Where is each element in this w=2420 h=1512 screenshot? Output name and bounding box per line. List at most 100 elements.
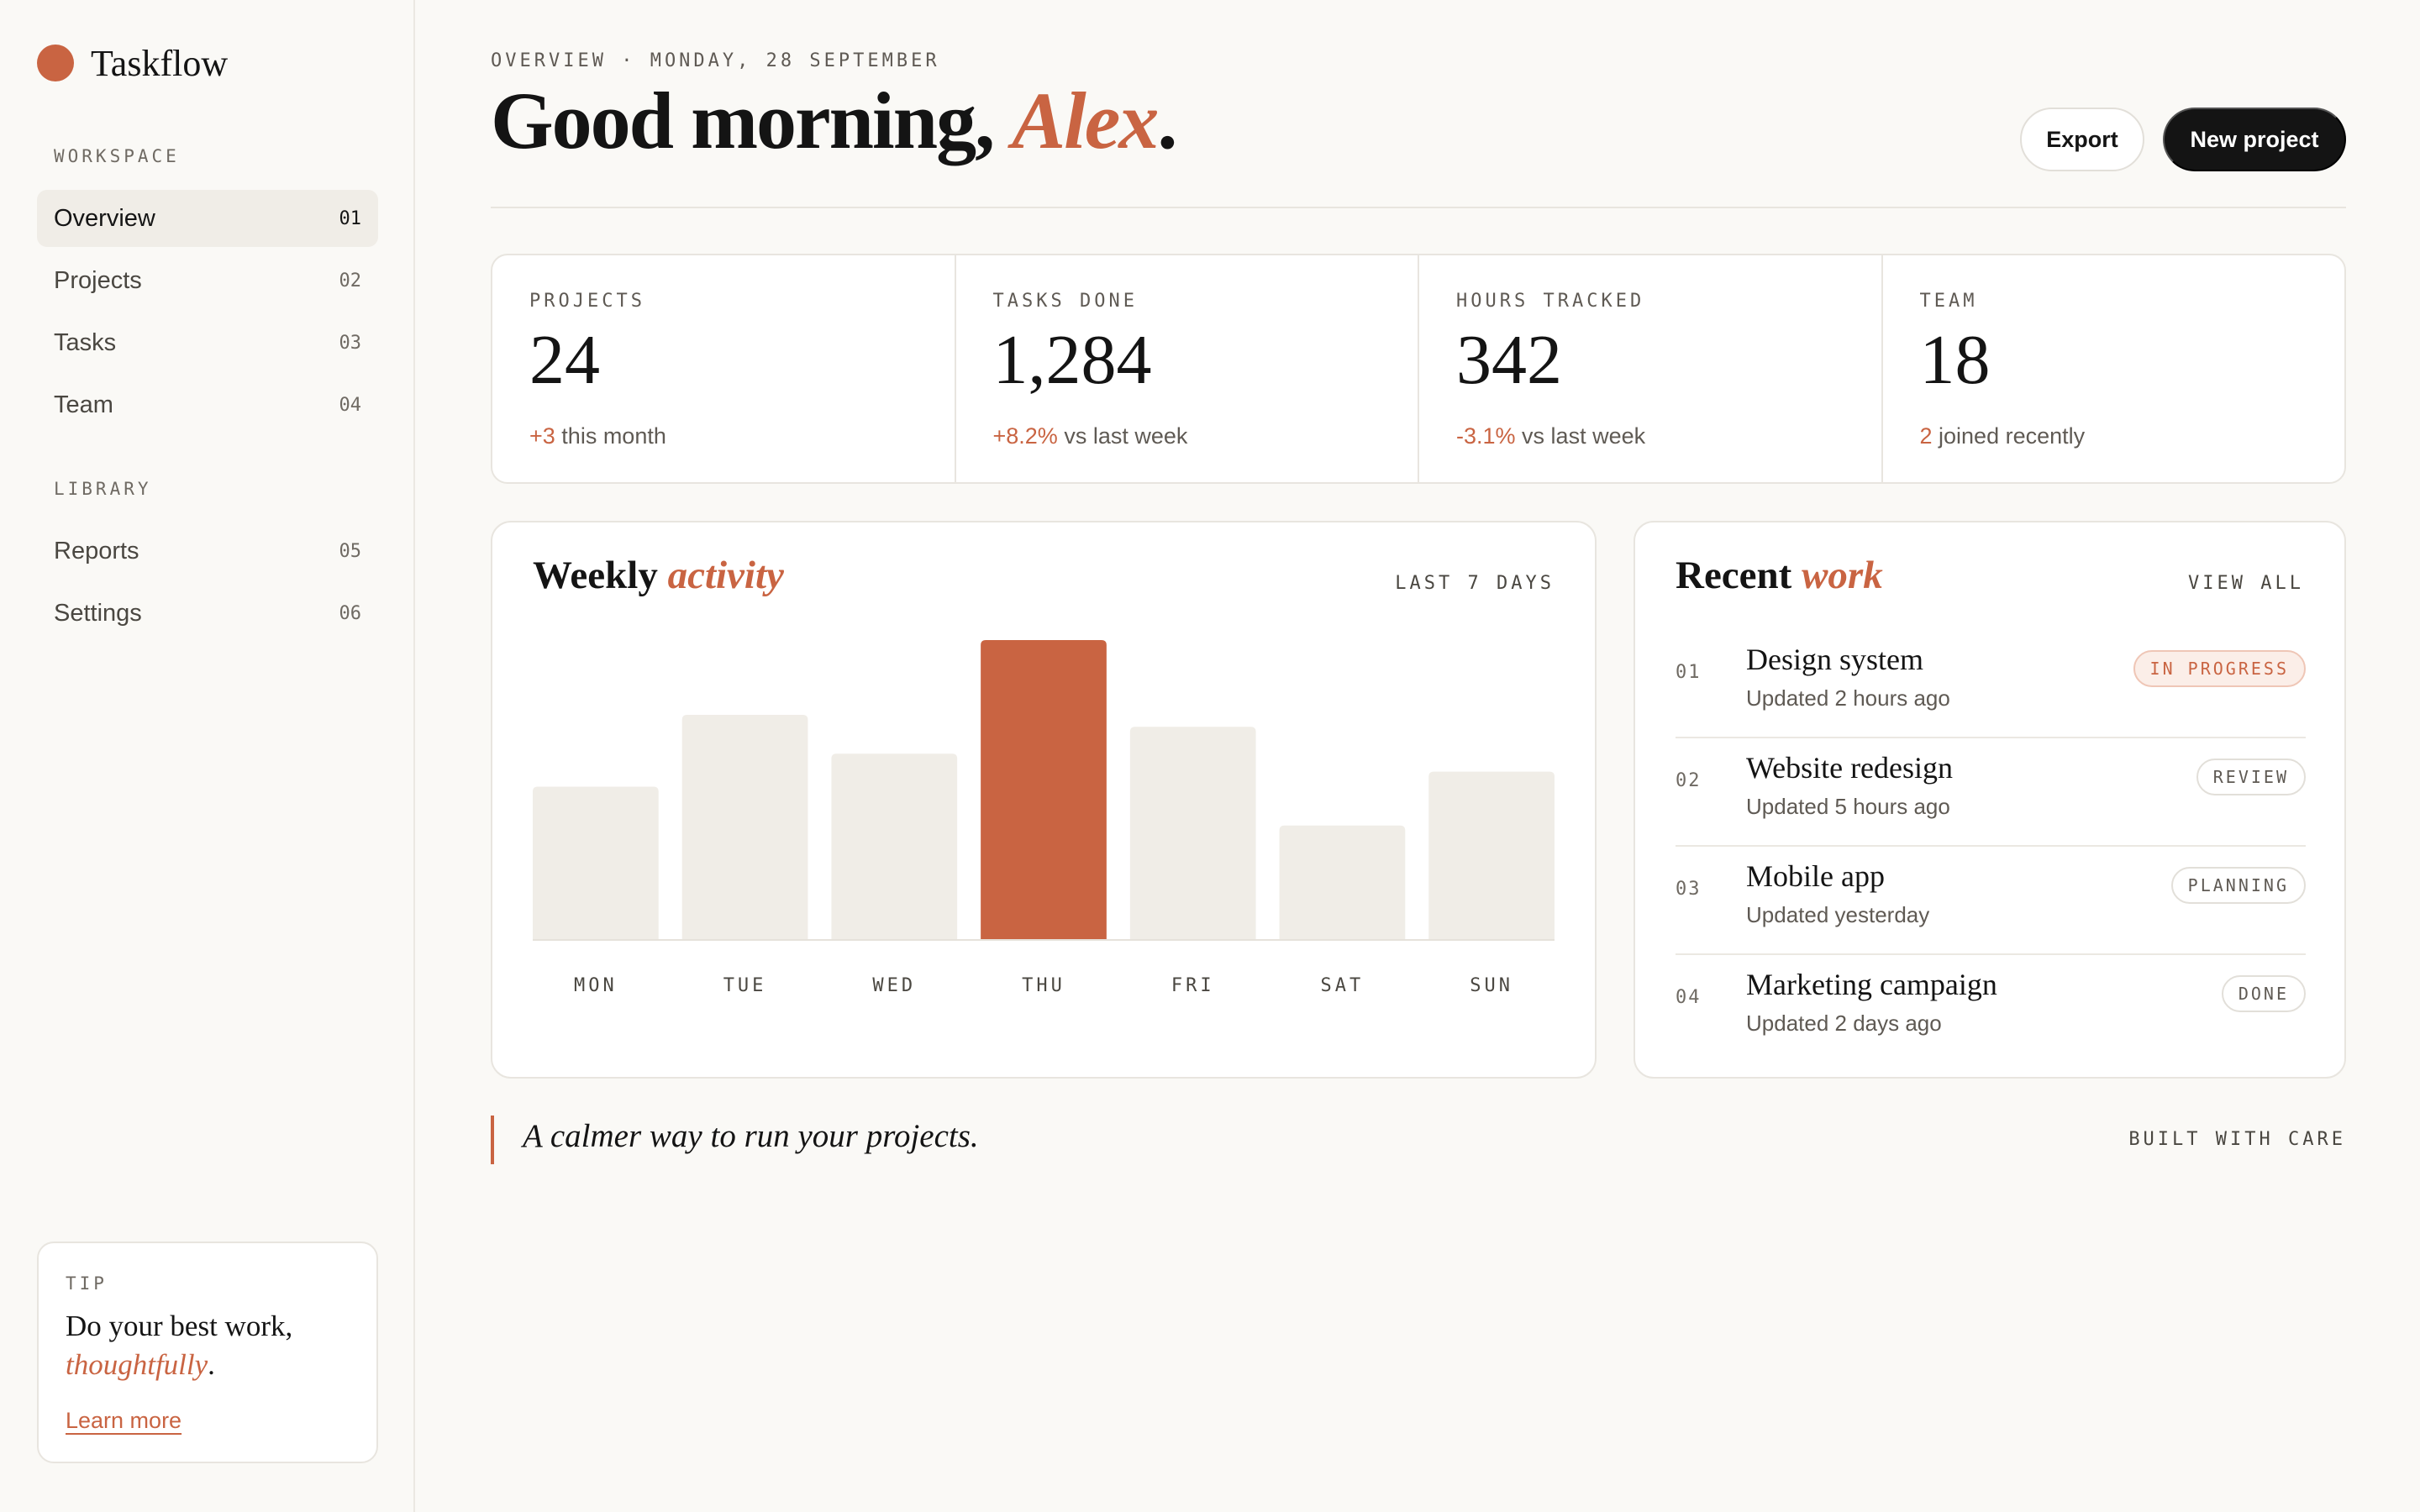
tip-text-punct: . [208,1348,215,1381]
item-updated: Updated 5 hours ago [1746,794,1950,819]
activity-title-text: Weekly [533,554,668,597]
chart-bar-fri[interactable] [1129,727,1256,939]
weekly-activity-card: Weekly activity LAST 7 DAYS MON TUE WED THU… [491,521,1597,1079]
activity-range-label: LAST 7 DAYS [1395,573,1555,594]
sidebar-item-number: 03 [339,332,362,354]
stat-team: TEAM 18 2 joined recently [1883,255,2345,482]
tip-text-accent: thoughtfully [66,1348,208,1381]
status-badge: PLANNING [2170,867,2306,904]
quote-accent-bar [491,1116,494,1164]
brand-logo-icon [37,45,74,81]
sidebar-item-reports[interactable]: Reports 05 [37,522,378,580]
stat-value: 24 [529,321,600,399]
footer-meta: BUILT WITH CARE [2128,1129,2346,1150]
sidebar-item-label: Team [54,391,113,418]
chart-bar-thu[interactable] [981,640,1107,939]
stat-delta-value: +3 [529,423,555,449]
greeting-punct: . [1157,76,1177,165]
export-button[interactable]: Export [2020,108,2144,171]
item-title: Mobile app [1746,859,1885,893]
list-item[interactable]: 01 Design system Updated 2 hours ago IN … [1676,630,2306,738]
header-divider [491,207,2346,208]
learn-more-link[interactable]: Learn more [66,1408,182,1434]
chart-tick-label: WED [872,975,916,996]
new-project-button[interactable]: New project [2163,108,2346,171]
chart-bar-mon[interactable] [533,786,659,939]
stat-label: PROJECTS [529,291,645,312]
chart-bar-sun[interactable] [1428,771,1555,939]
stat-delta-value: -3.1% [1456,423,1516,449]
chart-tick-label: SAT [1321,975,1365,996]
sidebar-item-label: Settings [54,599,142,627]
status-badge: DONE [2221,975,2306,1012]
tip-text: Do your best work, thoughtfully. [66,1307,350,1384]
stat-delta-text: this month [555,423,666,449]
item-number: 03 [1676,879,1702,900]
sidebar-item-settings[interactable]: Settings 06 [37,585,378,642]
stats-panel: PROJECTS 24 +3 this month TASKS DONE 1,2… [491,254,2346,484]
stat-delta-text: vs last week [1057,423,1188,449]
sidebar-item-number: 04 [339,394,362,416]
item-updated: Updated 2 days ago [1746,1011,1942,1036]
workspace-section-label: WORKSPACE [54,146,180,166]
recent-work-list: 01 Design system Updated 2 hours ago IN … [1676,630,2306,1063]
brand[interactable]: Taskflow [37,42,228,84]
item-title: Design system [1746,643,1923,676]
item-number: 02 [1676,770,1702,791]
sidebar-item-team[interactable]: Team 04 [37,376,378,433]
chart-bar-wed[interactable] [831,753,958,939]
chart-tick-label: MON [574,975,618,996]
view-all-link[interactable]: VIEW ALL [2188,573,2304,594]
item-number: 04 [1676,987,1702,1008]
stat-delta: +8.2% vs last week [993,423,1188,449]
list-item[interactable]: 04 Marketing campaign Updated 2 days ago… [1676,955,2306,1063]
library-section-label: LIBRARY [54,479,152,499]
chart-tick-label: TUE [723,975,767,996]
stat-label: HOURS TRACKED [1456,291,1645,312]
tip-text-main: Do your best work, [66,1310,293,1342]
activity-title: Weekly activity [533,553,784,598]
recent-title-accent: work [1802,554,1883,597]
stat-label: TASKS DONE [992,291,1138,312]
item-number: 01 [1676,662,1702,683]
stat-delta: 2 joined recently [1920,423,2086,449]
stat-tasks-done: TASKS DONE 1,284 +8.2% vs last week [956,255,1419,482]
tagline-quote: A calmer way to run your projects. [523,1118,979,1154]
stat-delta: -3.1% vs last week [1456,423,1645,449]
chart-tick-label: SUN [1470,975,1513,996]
recent-work-card: Recent work VIEW ALL 01 Design system Up… [1634,521,2346,1079]
chart-tick-label: FRI [1171,975,1215,996]
page-title: Good morning, Alex. [491,74,1177,167]
sidebar-item-label: Overview [54,204,155,232]
chart-bar-tue[interactable] [681,715,808,939]
sidebar-item-label: Reports [54,537,139,564]
chart-tick-label: THU [1022,975,1065,996]
sidebar-item-number: 05 [339,540,362,562]
status-badge: IN PROGRESS [2133,650,2306,687]
stat-delta-value: 2 [1919,423,1933,449]
sidebar-item-label: Tasks [54,328,117,356]
item-title: Marketing campaign [1746,968,1997,1001]
brand-name: Taskflow [91,42,229,84]
item-updated: Updated 2 hours ago [1746,685,1950,711]
stat-delta-value: +8.2% [992,423,1058,449]
status-badge: REVIEW [2196,759,2306,795]
list-item[interactable]: 02 Website redesign Updated 5 hours ago … [1676,738,2306,847]
list-item[interactable]: 03 Mobile app Updated yesterday PLANNING [1676,847,2306,955]
weekly-activity-chart: MON TUE WED THU FRI SAT SUN [533,640,1555,996]
sidebar-item-tasks[interactable]: Tasks 03 [37,314,378,371]
sidebar-item-label: Projects [54,266,142,294]
sidebar: Taskflow WORKSPACE Overview 01 Projects … [0,0,415,1512]
item-updated: Updated yesterday [1746,902,1930,927]
stat-delta: +3 this month [529,423,666,449]
sidebar-item-projects[interactable]: Projects 02 [37,252,378,309]
stat-hours-tracked: HOURS TRACKED 342 -3.1% vs last week [1419,255,1883,482]
sidebar-item-overview[interactable]: Overview 01 [37,190,378,247]
chart-bar-sat[interactable] [1279,825,1406,939]
greeting-text: Good morning, [491,76,1013,165]
item-title: Website redesign [1746,751,1954,785]
stat-value: 18 [1919,321,1991,399]
sidebar-item-number: 01 [339,207,362,229]
stat-label: TEAM [1919,291,1978,312]
tip-card: TIP Do your best work, thoughtfully. Lear… [37,1242,378,1463]
